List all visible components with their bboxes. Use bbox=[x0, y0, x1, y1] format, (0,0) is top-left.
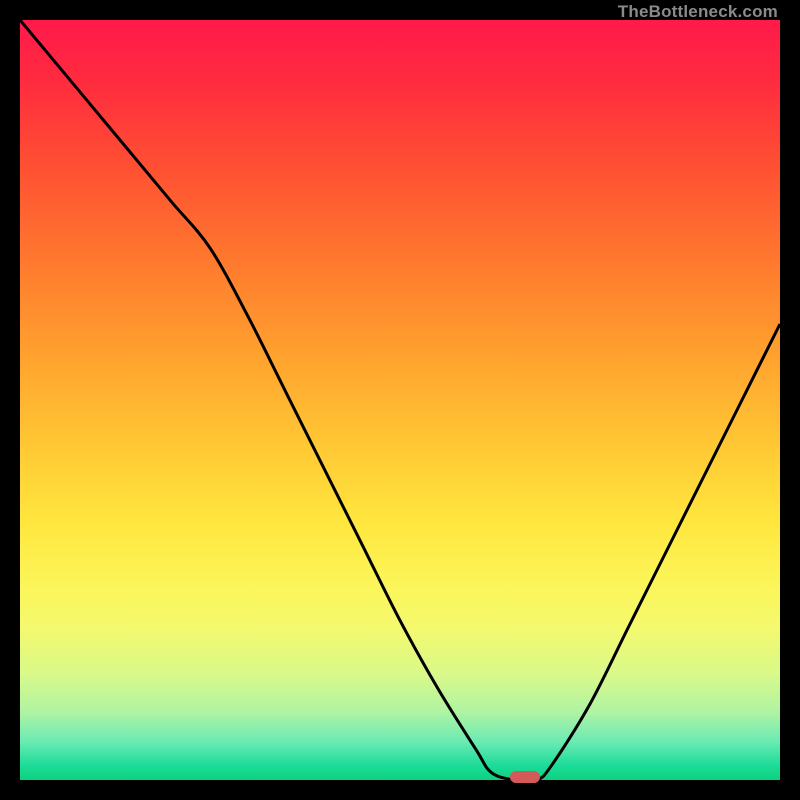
bottleneck-curve bbox=[20, 20, 780, 780]
optimal-point-marker bbox=[510, 771, 540, 783]
chart-frame: TheBottleneck.com bbox=[20, 20, 780, 780]
watermark-text: TheBottleneck.com bbox=[618, 2, 778, 22]
